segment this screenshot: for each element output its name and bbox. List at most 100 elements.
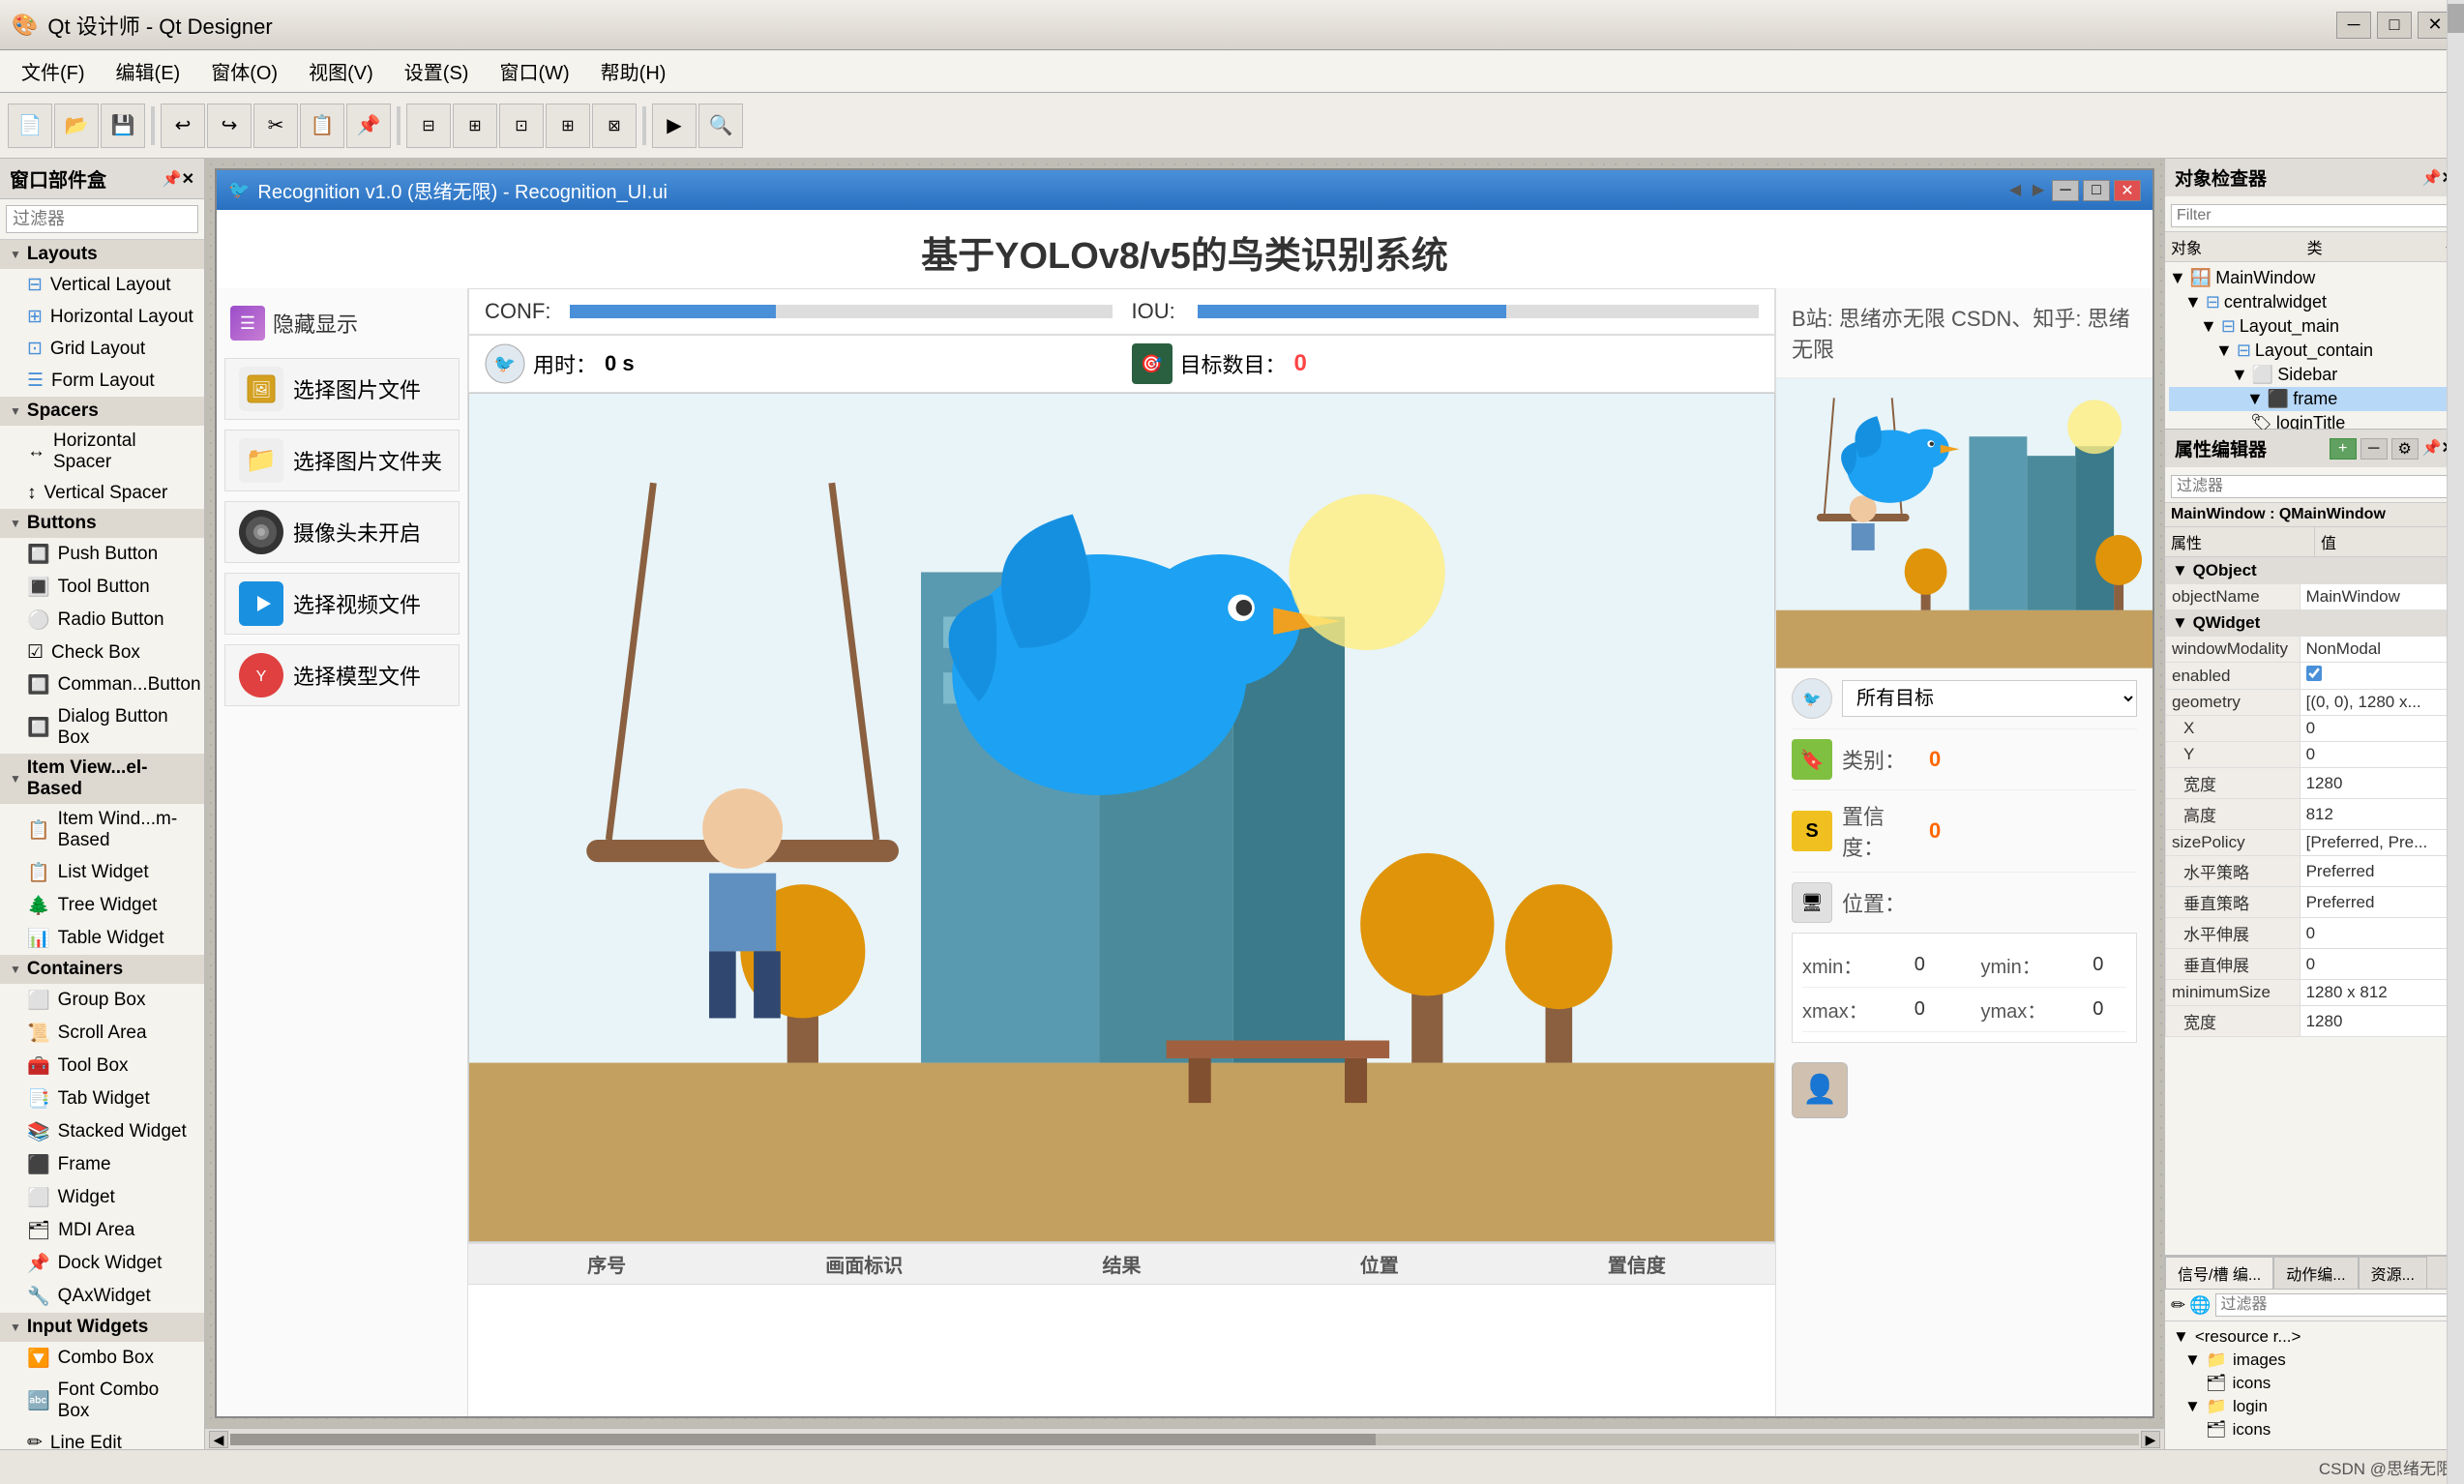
widget-mdi-area[interactable]: 🗂 MDI Area	[0, 1214, 204, 1247]
widget-tree-widget[interactable]: 🌲 Tree Widget	[0, 889, 204, 922]
new-button[interactable]: 📄	[8, 104, 52, 148]
resource-filter-input[interactable]	[2215, 1293, 2458, 1317]
cut-button[interactable]: ✂	[253, 104, 298, 148]
obj-layout-contain[interactable]: ▼ ⊟ Layout_contain	[2169, 339, 2460, 363]
sub-close-button[interactable]: ✕	[2114, 180, 2141, 201]
redo-button[interactable]: ↪	[207, 104, 252, 148]
res-login[interactable]: ▼ 📁 login	[2169, 1395, 2460, 1418]
next-window-btn[interactable]: ▶	[2029, 180, 2048, 199]
widget-group-box[interactable]: ⬜ Group Box	[0, 984, 204, 1017]
widget-scroll-area[interactable]: 📜 Scroll Area	[0, 1017, 204, 1050]
section-buttons[interactable]: Buttons	[0, 509, 204, 538]
enabled-value[interactable]	[2300, 663, 2463, 690]
menu-edit[interactable]: 编辑(E)	[103, 53, 194, 89]
widget-line-edit[interactable]: ✏ Line Edit	[0, 1427, 204, 1449]
add-property-btn[interactable]: +	[2330, 438, 2357, 460]
iou-slider[interactable]	[1198, 305, 1760, 318]
widget-tab-widget[interactable]: 📑 Tab Widget	[0, 1083, 204, 1115]
layout-form-button[interactable]: ⊞	[546, 104, 590, 148]
open-button[interactable]: 📂	[54, 104, 99, 148]
h-scroll-track[interactable]	[230, 1434, 2139, 1445]
res-images-icons[interactable]: 🗂 icons	[2169, 1372, 2460, 1395]
h-scrollbar[interactable]: ◀ ▶	[205, 1428, 2164, 1449]
maximize-button[interactable]: □	[2377, 12, 2412, 39]
obj-sidebar[interactable]: ▼ ⬜ Sidebar	[2169, 363, 2460, 387]
obj-layout-main[interactable]: ▼ ⊟ Layout_main	[2169, 314, 2460, 339]
obj-frame[interactable]: ▼ ⬛ frame	[2169, 387, 2460, 411]
actions-tab[interactable]: 动作编...	[2273, 1257, 2358, 1289]
paste-button[interactable]: 📌	[346, 104, 391, 148]
widget-vertical-spacer[interactable]: ↕ Vertical Spacer	[0, 478, 204, 509]
widget-tool-button[interactable]: 🔳 Tool Button	[0, 571, 204, 604]
sub-minimize-button[interactable]: ─	[2052, 180, 2079, 201]
res-root[interactable]: ▼ <resource r...>	[2169, 1325, 2460, 1349]
res-login-icons[interactable]: 🗂 icons	[2169, 1418, 2460, 1441]
menu-help[interactable]: 帮助(H)	[587, 53, 680, 89]
section-input-widgets[interactable]: Input Widgets	[0, 1313, 204, 1342]
widget-font-combo-box[interactable]: 🔤 Font Combo Box	[0, 1375, 204, 1427]
widget-search-input[interactable]	[6, 205, 198, 233]
widget-vertical-layout[interactable]: ⊟ Vertical Layout	[0, 269, 204, 301]
signals-tab[interactable]: 信号/槽 编...	[2165, 1257, 2273, 1289]
sub-maximize-button[interactable]: □	[2083, 180, 2110, 201]
size-policy-value[interactable]: [Preferred, Pre...	[2300, 830, 2463, 856]
scroll-left-btn[interactable]: ◀	[209, 1431, 228, 1448]
menu-window[interactable]: 窗体(O)	[197, 53, 291, 89]
widget-dock-widget[interactable]: 📌 Dock Widget	[0, 1247, 204, 1280]
geometry-value[interactable]: [(0, 0), 1280 x...	[2300, 690, 2463, 716]
min-width-value[interactable]: 1280	[2300, 1006, 2463, 1037]
break-layout-button[interactable]: ⊠	[592, 104, 637, 148]
widget-grid-layout[interactable]: ⊡ Grid Layout	[0, 333, 204, 365]
chrome-icon[interactable]: 🌐	[2189, 1295, 2211, 1316]
v-stretch-value[interactable]: 0	[2300, 949, 2463, 980]
zoom-button[interactable]: 🔍	[698, 104, 743, 148]
menu-view[interactable]: 视图(V)	[295, 53, 387, 89]
widget-tool-box[interactable]: 🧰 Tool Box	[0, 1050, 204, 1083]
widget-frame[interactable]: ⬛ Frame	[0, 1148, 204, 1181]
widget-command-button[interactable]: 🔲 Comman...Button	[0, 668, 204, 701]
widget-horizontal-layout[interactable]: ⊞ Horizontal Layout	[0, 301, 204, 333]
widget-horizontal-spacer[interactable]: ↔ Horizontal Spacer	[0, 426, 204, 478]
layout-grid-button[interactable]: ⊡	[499, 104, 544, 148]
section-layouts[interactable]: Layouts	[0, 240, 204, 269]
targets-dropdown[interactable]: 所有目标	[1842, 680, 2137, 717]
widget-qax-widget[interactable]: 🔧 QAxWidget	[0, 1280, 204, 1313]
preview-button[interactable]: ▶	[652, 104, 697, 148]
pencil-icon[interactable]: ✏	[2171, 1295, 2185, 1316]
widget-combo-box[interactable]: 🔽 Combo Box	[0, 1342, 204, 1375]
remove-property-btn[interactable]: ─	[2360, 438, 2388, 460]
h-policy-value[interactable]: Preferred	[2300, 856, 2463, 887]
widget-list-widget[interactable]: 📋 List Widget	[0, 856, 204, 889]
conf-slider[interactable]	[570, 305, 1113, 318]
res-images[interactable]: ▼ 📁 images	[2169, 1349, 2460, 1372]
minimize-button[interactable]: ─	[2336, 12, 2371, 39]
camera-btn[interactable]: 摄像头未开启	[224, 501, 460, 563]
menu-panes[interactable]: 窗口(W)	[486, 53, 582, 89]
section-containers[interactable]: Containers	[0, 955, 204, 984]
widget-stacked-widget[interactable]: 📚 Stacked Widget	[0, 1115, 204, 1148]
widget-widget[interactable]: ⬜ Widget	[0, 1181, 204, 1214]
widget-push-button[interactable]: 🔲 Push Button	[0, 538, 204, 571]
widget-form-layout[interactable]: ☰ Form Layout	[0, 365, 204, 397]
select-video-btn[interactable]: 选择视频文件	[224, 573, 460, 635]
object-filter-input[interactable]	[2171, 204, 2458, 227]
select-folder-btn[interactable]: 📁 选择图片文件夹	[224, 430, 460, 491]
prev-window-btn[interactable]: ◀	[2005, 180, 2025, 199]
menu-settings[interactable]: 设置(S)	[391, 53, 483, 89]
widget-item-view-model[interactable]: 📋 Item Wind...m-Based	[0, 804, 204, 856]
min-size-value[interactable]: 1280 x 812	[2300, 980, 2463, 1006]
enabled-checkbox[interactable]	[2306, 666, 2322, 681]
prop-filter-input[interactable]	[2171, 475, 2458, 498]
copy-button[interactable]: 📋	[300, 104, 344, 148]
x-value[interactable]: 0	[2300, 716, 2463, 742]
scroll-right-btn[interactable]: ▶	[2141, 1431, 2160, 1448]
layout-v-button[interactable]: ⊞	[453, 104, 497, 148]
width-value[interactable]: 1280	[2300, 768, 2463, 799]
undo-button[interactable]: ↩	[161, 104, 205, 148]
layout-h-button[interactable]: ⊟	[406, 104, 451, 148]
h-stretch-value[interactable]: 0	[2300, 918, 2463, 949]
window-modality-value[interactable]: NonModal	[2300, 637, 2463, 663]
widget-panel-pin[interactable]: 📌✕	[163, 169, 194, 189]
resources-tab[interactable]: 资源...	[2359, 1257, 2427, 1289]
y-value[interactable]: 0	[2300, 742, 2463, 768]
